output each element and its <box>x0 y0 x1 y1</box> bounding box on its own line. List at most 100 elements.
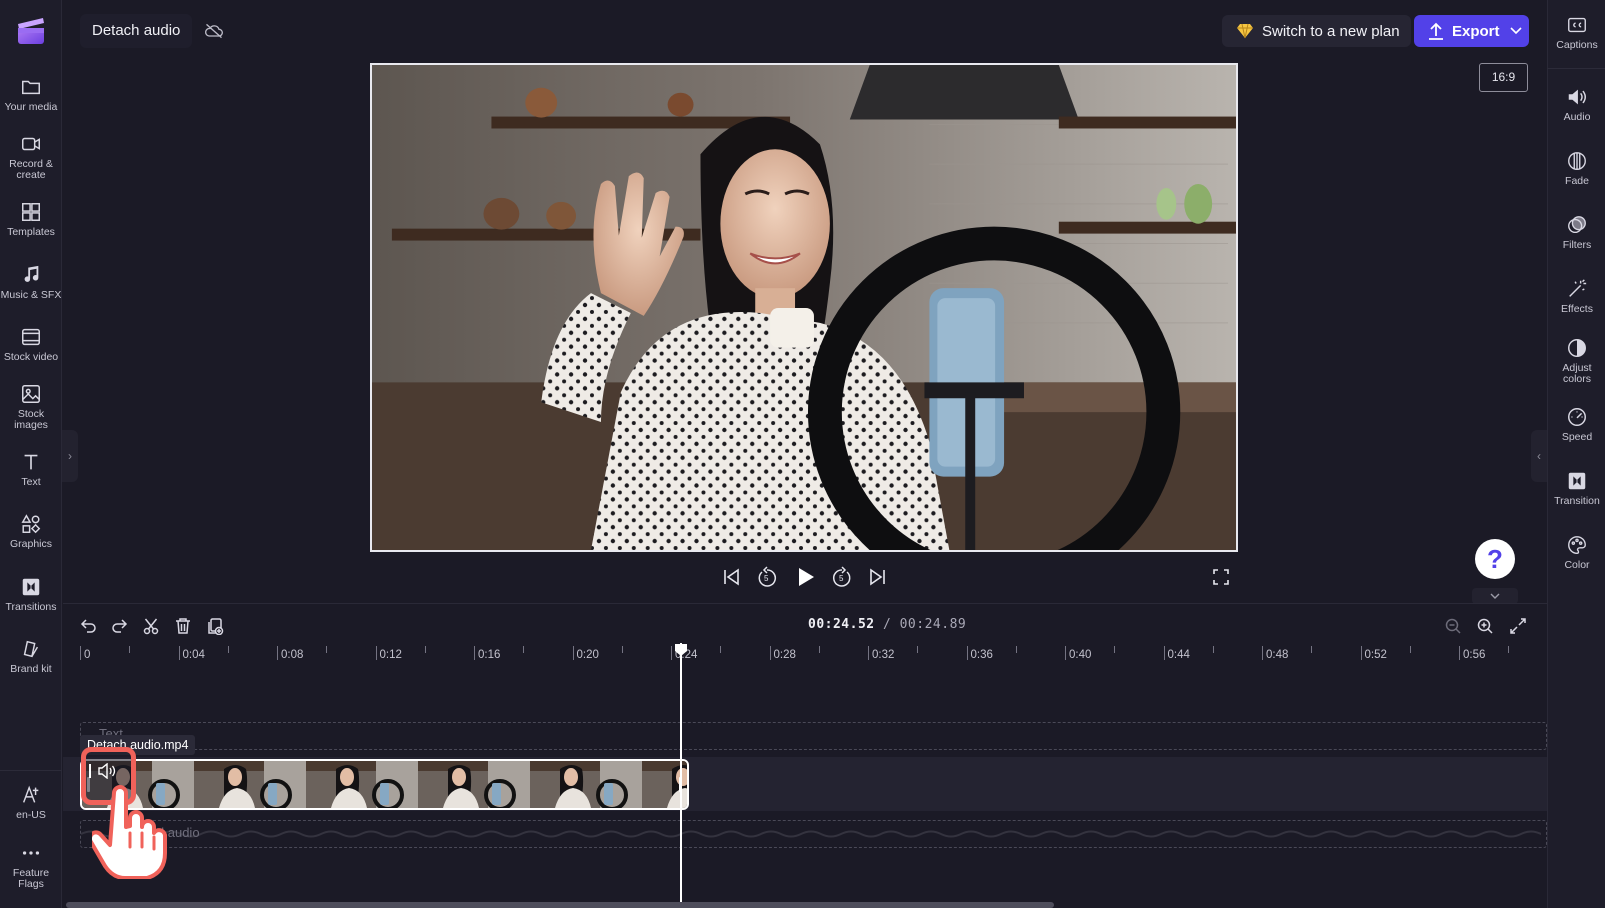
clip-trim-handle-left <box>89 764 91 778</box>
templates-icon <box>22 203 40 221</box>
nav-language[interactable]: en-US <box>0 784 62 821</box>
nav-text[interactable]: Text <box>0 451 62 488</box>
panel-transition[interactable]: Transition <box>1548 470 1605 507</box>
panel-label: Captions <box>1556 39 1598 51</box>
panel-label: Filters <box>1562 239 1592 251</box>
ruler-label: 0:16 <box>478 649 501 661</box>
transitions-icon <box>22 578 40 596</box>
ruler-tick-minor <box>1114 646 1116 653</box>
ruler-tick <box>277 646 278 660</box>
skip-back-icon[interactable] <box>720 566 742 588</box>
ruler-tick <box>474 646 475 660</box>
right-sidebar: Captions Audio Fade Filters Effects Adju… <box>1547 0 1605 908</box>
audio-track-dropzone[interactable]: Add audio <box>80 820 1547 848</box>
text-track-dropzone[interactable]: Text <box>80 722 1547 750</box>
fullscreen-icon[interactable] <box>1210 566 1232 588</box>
export-button[interactable]: Export <box>1414 15 1529 47</box>
ruler-label: 0:40 <box>1069 649 1092 661</box>
switch-plan-button[interactable]: Switch to a new plan <box>1222 15 1411 47</box>
contrast-icon <box>1568 339 1586 357</box>
nav-feature-flags[interactable]: Feature Flags <box>0 842 62 890</box>
nav-stock-video[interactable]: Stock video <box>0 326 62 363</box>
nav-label: Music & SFX <box>0 289 62 301</box>
forward-5-icon[interactable]: 5 <box>831 566 853 588</box>
nav-music-sfx[interactable]: Music & SFX <box>0 264 62 301</box>
panel-filters[interactable]: Filters <box>1548 214 1605 251</box>
nav-stock-images[interactable]: Stock images <box>0 383 62 431</box>
export-label: Export <box>1452 22 1500 40</box>
zoom-in-icon[interactable] <box>1476 617 1494 635</box>
ruler-tick-minor <box>1212 646 1214 653</box>
panel-color[interactable]: Color <box>1548 534 1605 571</box>
ruler-label: 0:28 <box>773 649 796 661</box>
captions-icon <box>1568 17 1586 33</box>
ruler-label: 0:44 <box>1167 649 1190 661</box>
playhead-handle[interactable] <box>674 643 688 657</box>
timecode: 00:24.52 / 00:24.89 <box>808 617 966 632</box>
panel-audio[interactable]: Audio <box>1548 86 1605 123</box>
collapse-right-panel-button[interactable]: ‹ <box>1531 430 1547 482</box>
aspect-ratio-button[interactable]: 16:9 <box>1479 63 1528 92</box>
collapse-help-button[interactable] <box>1472 588 1518 604</box>
help-button[interactable]: ? <box>1475 539 1515 579</box>
language-icon <box>22 785 39 803</box>
ruler-tick <box>1065 646 1066 660</box>
panel-captions[interactable]: Captions <box>1548 14 1605 51</box>
panel-label: Color <box>1564 559 1590 571</box>
ruler-tick <box>572 646 574 660</box>
undo-icon[interactable] <box>79 617 97 635</box>
panel-effects[interactable]: Effects <box>1548 278 1605 315</box>
video-frame <box>372 65 1236 550</box>
ruler-tick-minor <box>1015 646 1017 653</box>
nav-label: Transitions <box>5 601 57 613</box>
redo-icon[interactable] <box>111 617 129 635</box>
nav-label: Record & create <box>9 158 53 181</box>
duplicate-icon[interactable] <box>206 617 224 635</box>
video-preview[interactable] <box>370 63 1238 552</box>
panel-label: Audio <box>1563 111 1591 123</box>
trash-icon[interactable] <box>174 617 192 635</box>
timeline-scrollbar[interactable] <box>66 902 1054 908</box>
audio-waveform-placeholder <box>81 830 1541 838</box>
nav-templates[interactable]: Templates <box>0 201 62 238</box>
nav-transitions[interactable]: Transitions <box>0 576 62 613</box>
expand-left-panel-button[interactable]: › <box>62 430 78 482</box>
nav-record-create[interactable]: Record & create <box>0 133 62 181</box>
timeline-ruler[interactable]: 0 0:04 0:08 0:12 0:16 0:20 0:24 0:28 0:32 0:36 0:4… <box>63 643 1547 668</box>
video-clip[interactable] <box>80 759 689 810</box>
project-title[interactable]: Detach audio <box>80 14 193 48</box>
zoom-out-icon[interactable] <box>1444 617 1462 635</box>
svg-text:5: 5 <box>764 574 769 583</box>
clipchamp-logo[interactable] <box>14 14 47 47</box>
nav-label: Text <box>21 476 41 488</box>
nav-label: Stock video <box>3 351 59 363</box>
playhead[interactable] <box>680 643 682 908</box>
nav-graphics[interactable]: Graphics <box>0 513 62 550</box>
sidebar-divider <box>0 770 62 771</box>
play-icon[interactable] <box>794 566 816 588</box>
panel-adjust-colors[interactable]: Adjust colors <box>1548 337 1605 385</box>
brand-kit-icon <box>23 640 39 658</box>
nav-your-media[interactable]: Your media <box>0 76 62 113</box>
cloud-off-icon[interactable] <box>204 22 224 40</box>
folder-icon <box>22 80 40 95</box>
chevron-left-icon: ‹ <box>1537 449 1541 463</box>
ruler-label: 0:52 <box>1364 649 1387 661</box>
timeline-toolbar: 00:24.52 / 00:24.89 <box>63 603 1547 643</box>
panel-fade[interactable]: Fade <box>1548 150 1605 187</box>
switch-plan-label: Switch to a new plan <box>1262 22 1400 40</box>
rewind-5-icon[interactable]: 5 <box>756 566 778 588</box>
panel-speed[interactable]: Speed <box>1548 406 1605 443</box>
nav-label: Feature Flags <box>12 867 50 890</box>
nav-brand-kit[interactable]: Brand kit <box>0 638 62 675</box>
skip-forward-icon[interactable] <box>867 566 889 588</box>
panel-label: Fade <box>1565 175 1589 187</box>
fit-timeline-icon[interactable] <box>1509 617 1527 635</box>
more-icon <box>22 851 40 855</box>
ruler-label: 0:36 <box>970 649 993 661</box>
speaker-icon[interactable] <box>98 763 116 779</box>
svg-text:5: 5 <box>839 574 844 583</box>
ruler-tick <box>671 646 672 660</box>
diamond-icon <box>1237 23 1253 39</box>
scissors-icon[interactable] <box>142 617 160 635</box>
